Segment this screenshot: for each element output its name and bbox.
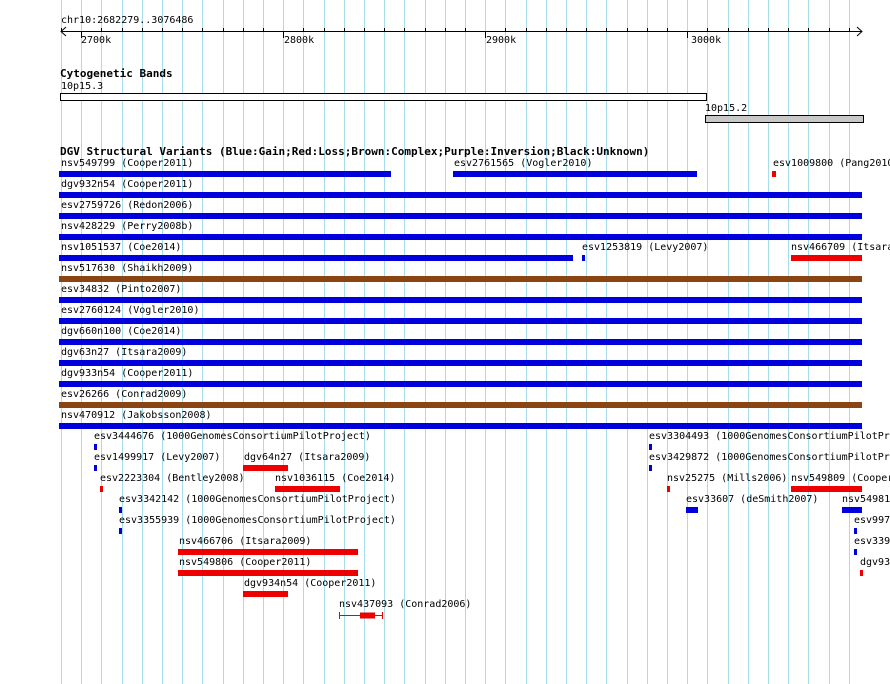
sv-feature-label: dgv64n27 (Itsara2009) [244, 452, 371, 463]
sv-feature-bar[interactable] [453, 171, 697, 177]
sv-feature-bar[interactable] [94, 444, 97, 450]
cyto-band-label: 10p15.3 [61, 81, 104, 92]
sv-feature-multipart[interactable] [339, 611, 384, 620]
sv-feature-bar[interactable] [59, 339, 862, 345]
sv-feature-label: nsv466709 (Itsara [791, 242, 890, 253]
sv-feature-bar[interactable] [59, 213, 862, 219]
sv-feature-label: dgv93 [860, 557, 890, 568]
sv-feature-bar[interactable] [854, 528, 857, 534]
sv-feature-label: dgv933n54 (Cooper2011) [61, 368, 194, 379]
sv-feature-bar[interactable] [791, 255, 862, 261]
sv-feature-bar[interactable] [59, 276, 862, 282]
sv-feature-bar[interactable] [842, 507, 862, 513]
sv-feature-bar[interactable] [772, 171, 776, 177]
sv-feature-bar[interactable] [94, 465, 97, 471]
sv-feature-bar[interactable] [649, 444, 652, 450]
sv-feature-label: esv3444676 (1000GenomesConsortiumPilotPr… [94, 431, 371, 442]
sv-feature-label: esv3355939 (1000GenomesConsortiumPilotPr… [119, 515, 396, 526]
ruler-label-2900k: 2900k [486, 35, 517, 46]
sv-feature-bar[interactable] [59, 255, 573, 261]
ruler-label-2700k: 2700k [81, 35, 112, 46]
sv-feature-label: esv3429872 (1000GenomesConsortiumPilotPr… [649, 452, 890, 463]
sv-feature-bar[interactable] [100, 486, 103, 492]
sv-feature-bar[interactable] [243, 465, 288, 471]
sv-feature-label: dgv660n100 (Coe2014) [61, 326, 182, 337]
sv-feature-block [360, 612, 375, 619]
sv-feature-bar[interactable] [860, 570, 863, 576]
sv-feature-label: nsv437093 (Conrad2006) [339, 599, 472, 610]
sv-feature-bar[interactable] [854, 549, 857, 555]
sv-feature-label: dgv932n54 (Cooper2011) [61, 179, 194, 190]
sv-feature-label: nsv25275 (Mills2006) [667, 473, 788, 484]
ruler-label-3000k: 3000k [691, 35, 722, 46]
sv-feature-bar[interactable] [582, 255, 585, 261]
dgv-track-title: DGV Structural Variants (Blue:Gain;Red:L… [60, 145, 650, 158]
sv-feature-label: esv2760124 (Vogler2010) [61, 305, 200, 316]
ruler-axis [60, 26, 863, 38]
sv-feature-label: nsv1036115 (Coe2014) [275, 473, 396, 484]
sv-feature-bar[interactable] [275, 486, 340, 492]
sv-feature-bar[interactable] [59, 192, 862, 198]
sv-feature-label: esv1253819 (Levy2007) [582, 242, 709, 253]
sv-feature-bar[interactable] [178, 570, 358, 576]
sv-feature-label: esv339 [854, 536, 890, 547]
sv-feature-bar[interactable] [59, 423, 862, 429]
sv-feature-bar[interactable] [178, 549, 358, 555]
sv-feature-label: esv2759726 (Redon2006) [61, 200, 194, 211]
sv-feature-label: nsv549806 (Cooper2011) [179, 557, 312, 568]
sv-feature-label: nsv466706 (Itsara2009) [179, 536, 312, 547]
sv-feature-bar[interactable] [649, 465, 652, 471]
sv-feature-label: esv33607 (deSmith2007) [686, 494, 819, 505]
sv-feature-label: esv2761565 (Vogler2010) [454, 158, 593, 169]
sv-feature-bar[interactable] [119, 507, 122, 513]
sv-feature-label: esv1009800 (Pang2010) [773, 158, 890, 169]
sv-feature-label: nsv517630 (Shaikh2009) [61, 263, 194, 274]
sv-feature-bar[interactable] [59, 318, 862, 324]
sv-feature-bar[interactable] [59, 297, 862, 303]
sv-feature-bar[interactable] [791, 486, 862, 492]
sv-feature-bar[interactable] [667, 486, 670, 492]
sv-feature-label: esv26266 (Conrad2009) [61, 389, 188, 400]
sv-feature-label: nsv54981 [842, 494, 890, 505]
sv-feature-label: nsv549809 (Cooper [791, 473, 890, 484]
ruler: chr10:2682279..3076486 2700k 2800k 2900k… [0, 0, 890, 50]
sv-feature-label: nsv1051537 (Coe2014) [61, 242, 182, 253]
sv-feature-bar[interactable] [119, 528, 122, 534]
sv-feature-bar[interactable] [59, 171, 391, 177]
sv-feature-label: esv3342142 (1000GenomesConsortiumPilotPr… [119, 494, 396, 505]
sv-feature-label: esv3304493 (1000GenomesConsortiumPilotPr… [649, 431, 890, 442]
ruler-label-2800k: 2800k [284, 35, 315, 46]
sv-feature-bar[interactable] [59, 234, 862, 240]
sv-feature-label: dgv934n54 (Cooper2011) [244, 578, 377, 589]
cyto-band-label: 10p15.2 [705, 103, 748, 114]
cyto-band-10p15-2[interactable] [705, 115, 864, 123]
sv-feature-bar[interactable] [686, 507, 698, 513]
cyto-track-title: Cytogenetic Bands [60, 67, 173, 80]
genome-browser: chr10:2682279..3076486 2700k 2800k 2900k… [0, 0, 890, 684]
sv-feature-label: esv34832 (Pinto2007) [61, 284, 182, 295]
sv-feature-bar[interactable] [59, 381, 862, 387]
sv-feature-label: esv997 [854, 515, 890, 526]
sv-feature-label: nsv549799 (Cooper2011) [61, 158, 194, 169]
sv-feature-bar[interactable] [59, 360, 862, 366]
sv-feature-bar[interactable] [59, 402, 862, 408]
sv-feature-label: esv2223304 (Bentley2008) [100, 473, 245, 484]
cyto-band-10p15-3[interactable] [60, 93, 707, 101]
sv-feature-label: esv1499917 (Levy2007) [94, 452, 221, 463]
sv-feature-label: nsv470912 (Jakobsson2008) [61, 410, 212, 421]
sv-feature-bar[interactable] [243, 591, 288, 597]
sv-feature-label: dgv63n27 (Itsara2009) [61, 347, 188, 358]
sv-feature-label: nsv428229 (Perry2008b) [61, 221, 194, 232]
